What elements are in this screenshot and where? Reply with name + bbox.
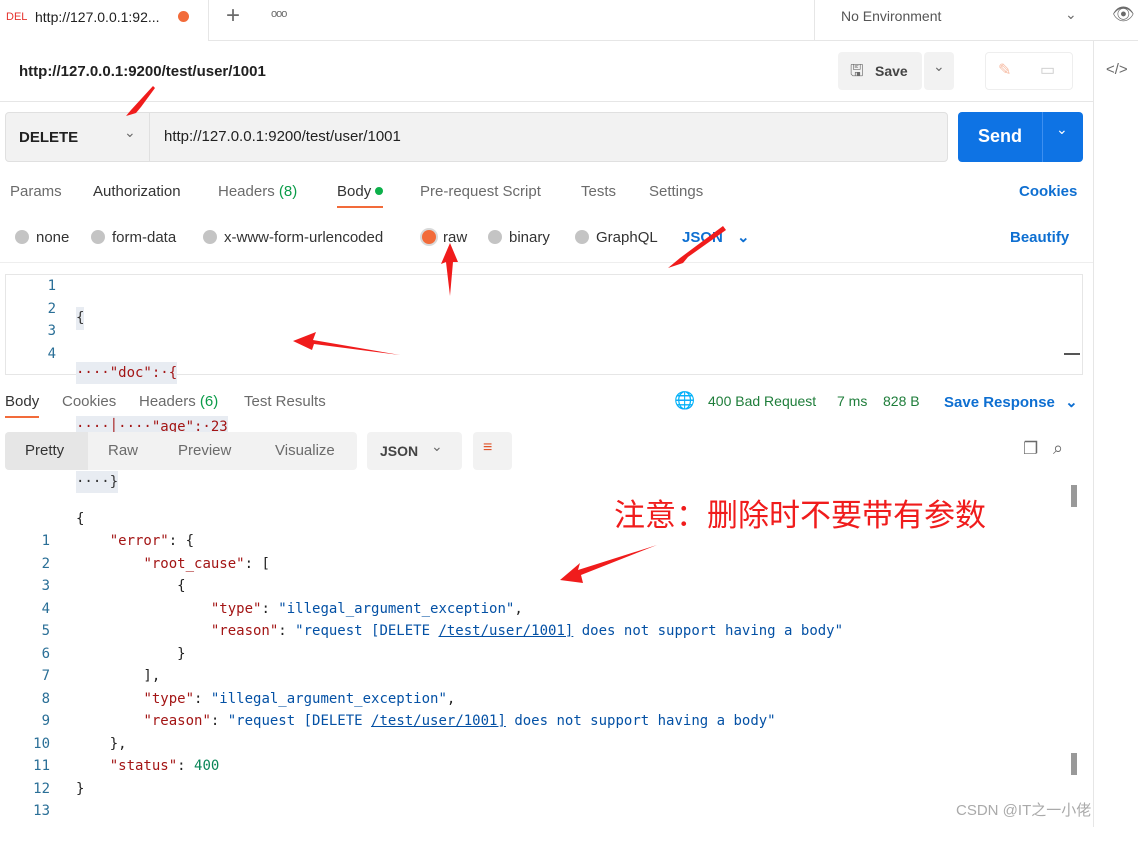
copy-icon[interactable]: ❐	[1023, 439, 1038, 459]
tab-title: http://127.0.0.1:92...	[35, 9, 160, 25]
request-tab[interactable]: DEL http://127.0.0.1:92...	[0, 0, 209, 41]
tab-headers[interactable]: Headers (8)	[218, 183, 297, 200]
body-dot-icon	[375, 187, 384, 195]
code-line: {	[76, 307, 85, 330]
chevron-down-icon: ⌄	[1065, 6, 1077, 22]
resp-tab-headers[interactable]: Headers (6)	[139, 393, 218, 410]
save-button[interactable]: 🖫 Save	[838, 52, 922, 90]
tab-label: Headers	[139, 393, 196, 410]
tab-body[interactable]: Body	[337, 183, 384, 208]
divider	[1042, 112, 1043, 162]
save-options-button[interactable]: ⌄	[924, 52, 954, 90]
resp-tab-cookies[interactable]: Cookies	[62, 393, 116, 410]
right-sidebar: </>	[1093, 41, 1138, 827]
headers-count: (8)	[278, 183, 298, 200]
tab-params[interactable]: Params	[10, 183, 62, 200]
method-select[interactable]: DELETE ⌄	[6, 113, 150, 161]
watermark: CSDN @IT之一小佬	[956, 802, 1092, 819]
status-code[interactable]: 400 Bad Request	[708, 393, 816, 409]
tab-prerequest[interactable]: Pre-request Script	[420, 183, 541, 200]
wrap-lines-button[interactable]: ≡	[473, 432, 512, 470]
resp-tab-tests[interactable]: Test Results	[244, 393, 326, 410]
more-icon[interactable]: ooo	[271, 8, 287, 20]
method-badge: DEL	[6, 11, 28, 23]
scrollbar-thumb[interactable]	[1071, 753, 1077, 775]
edit-toggle[interactable]: ✎ ▭	[985, 52, 1073, 90]
cookies-link[interactable]: Cookies	[1019, 183, 1077, 200]
radio-graphql[interactable]: GraphQL	[575, 229, 658, 246]
comment-icon[interactable]: ▭	[1040, 60, 1055, 80]
divider	[0, 262, 1093, 263]
radio-binary[interactable]: binary	[488, 229, 550, 246]
radio-form-data[interactable]: form-data	[91, 229, 176, 246]
send-label: Send	[978, 126, 1023, 146]
view-pretty[interactable]: Pretty	[25, 442, 64, 459]
radio-raw[interactable]: raw	[422, 229, 467, 246]
wrap-icon: ≡	[483, 439, 493, 456]
chevron-down-icon: ⌄	[933, 58, 945, 74]
resp-tab-body[interactable]: Body	[5, 393, 40, 418]
code-line: ····"doc":·{	[76, 361, 178, 384]
chevron-down-icon: ⌄	[431, 438, 443, 454]
globe-icon: 🌐	[674, 391, 696, 410]
eye-icon[interactable]: 👁	[1112, 4, 1135, 25]
environment-label: No Environment	[841, 8, 942, 24]
headers-count: (6)	[199, 393, 219, 410]
tab-settings[interactable]: Settings	[649, 183, 703, 200]
scrollbar-thumb[interactable]	[1071, 485, 1077, 507]
code-icon[interactable]: </>	[1106, 61, 1128, 78]
method-label: DELETE	[19, 129, 79, 146]
request-bar: DELETE ⌄ http://127.0.0.1:9200/test/user…	[5, 112, 948, 162]
tab-authorization[interactable]: Authorization	[93, 183, 181, 200]
tab-bar: DEL http://127.0.0.1:92... + ooo No Envi…	[0, 0, 1138, 41]
unsaved-dot-icon	[178, 11, 189, 22]
response-time[interactable]: 7 ms	[837, 393, 867, 409]
tab-label: Body	[337, 183, 372, 200]
send-button[interactable]: Send ⌄	[958, 112, 1083, 162]
new-tab-icon[interactable]: +	[226, 2, 240, 30]
resize-handle[interactable]	[1064, 353, 1080, 355]
response-language-select[interactable]: JSON ⌄	[367, 432, 462, 470]
tab-tests[interactable]: Tests	[581, 183, 616, 200]
radio-urlencoded[interactable]: x-www-form-urlencoded	[203, 229, 383, 246]
save-label: Save	[875, 63, 908, 79]
response-language-label: JSON	[380, 443, 419, 459]
line-numbers: 1 2 3 4 5 6 7 8 9 10 11 12 13	[33, 533, 50, 819]
environment-select[interactable]: No Environment ⌄	[814, 0, 1093, 41]
view-mode-group: Pretty Raw Preview Visualize	[5, 432, 357, 470]
search-icon[interactable]: ⌕	[1053, 438, 1063, 459]
chevron-down-icon: ⌄	[124, 124, 136, 140]
beautify-button[interactable]: Beautify	[1010, 229, 1069, 246]
radio-none[interactable]: none	[15, 229, 69, 246]
request-tabs: Params Authorization Headers (8) Body Pr…	[0, 183, 1093, 213]
request-body-editor[interactable]: 1234 { ····"doc":·{ ····│····"age":·23 ·…	[5, 274, 1083, 493]
view-visualize[interactable]: Visualize	[275, 442, 335, 459]
chevron-down-icon[interactable]: ⌄	[1056, 121, 1068, 138]
annotation-text: 注意：删除时不要带有参数	[614, 498, 986, 534]
response-size[interactable]: 828 B	[883, 393, 920, 409]
request-title[interactable]: http://127.0.0.1:9200/test/user/1001	[19, 63, 266, 80]
tab-label: Headers	[218, 183, 275, 200]
language-select[interactable]: JSON ⌄	[682, 228, 750, 246]
view-raw[interactable]: Raw	[108, 442, 138, 459]
response-code: { "error": { "root_cause": [ { "type": "…	[76, 510, 844, 797]
save-icon: 🖫	[850, 63, 864, 80]
divider	[0, 101, 1093, 102]
pencil-icon[interactable]: ✎	[998, 60, 1011, 80]
url-input[interactable]: http://127.0.0.1:9200/test/user/1001	[164, 128, 401, 145]
view-preview[interactable]: Preview	[178, 442, 231, 459]
save-response-button[interactable]: Save Response ⌄	[944, 393, 1078, 411]
line-numbers: 1234	[47, 278, 56, 362]
